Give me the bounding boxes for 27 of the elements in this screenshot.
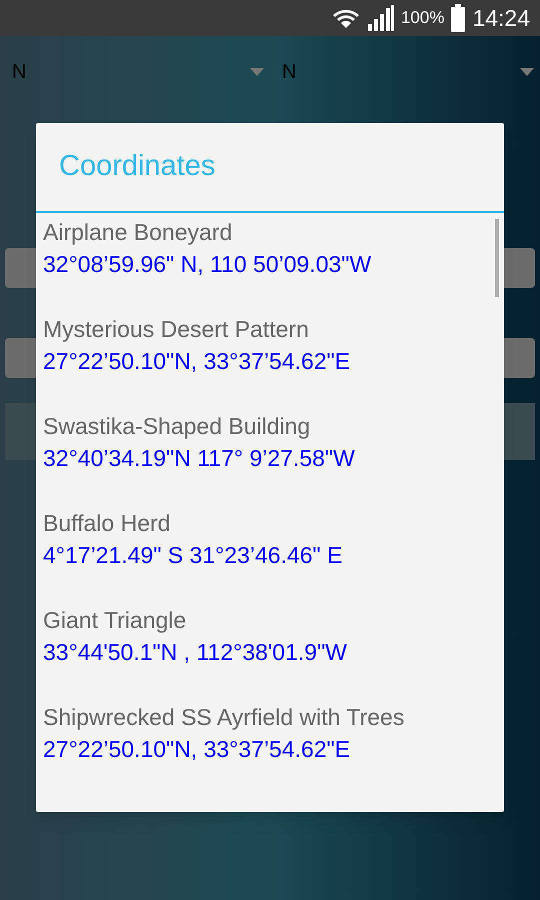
clock: 14:24	[472, 4, 530, 33]
place-name: Airplane Boneyard	[43, 218, 232, 247]
background-panel	[504, 403, 535, 460]
place-name: Swastika-Shaped Building	[43, 412, 310, 441]
dropdown-arrow-icon[interactable]	[520, 68, 534, 76]
dropdown-arrow-icon[interactable]	[250, 68, 264, 76]
list-item[interactable]: Shipwrecked SS Ayrfield with Trees 27°22’50.10"N, 33°37’54.62"E	[43, 698, 504, 795]
list-item[interactable]: Airplane Boneyard 32°08’59.96" N, 110 50’09.03"W	[43, 213, 504, 310]
dialog-title: Coordinates	[59, 149, 216, 184]
coordinates-text: 32°40’34.19"N 117° 9’27.58"W	[43, 444, 355, 473]
coordinates-text: 4°17’21.49" S 31°23’46.46" E	[43, 541, 342, 570]
place-name: Buffalo Herd	[43, 509, 170, 538]
coordinates-text: 32°08’59.96" N, 110 50’09.03"W	[43, 250, 372, 279]
background-panel	[5, 403, 36, 460]
list-item[interactable]: Giant Triangle 33°44'50.1"N , 112°38'01.9"W	[43, 601, 504, 698]
coordinates-text: 27°22’50.10"N, 33°37’54.62"E	[43, 347, 350, 376]
battery-percentage: 100%	[400, 7, 444, 30]
list-item[interactable]: Buffalo Herd 4°17’21.49" S 31°23’46.46" E	[43, 504, 504, 601]
battery-icon	[450, 4, 466, 32]
coordinates-text: 27°22’50.10"N, 33°37’54.62"E	[43, 735, 350, 764]
signal-icon	[366, 4, 395, 32]
place-name: Giant Triangle	[43, 606, 186, 635]
list-item[interactable]: Mysterious Desert Pattern 27°22’50.10"N, 33°37’54.62"E	[43, 310, 504, 407]
coordinates-text: 33°44'50.1"N , 112°38'01.9"W	[43, 638, 347, 667]
list-item[interactable]: Swastika-Shaped Building 32°40’34.19"N 117° 9’27.58"W	[43, 407, 504, 504]
place-name: Mysterious Desert Pattern	[43, 315, 309, 344]
place-name: Shipwrecked SS Ayrfield with Trees	[43, 703, 404, 732]
